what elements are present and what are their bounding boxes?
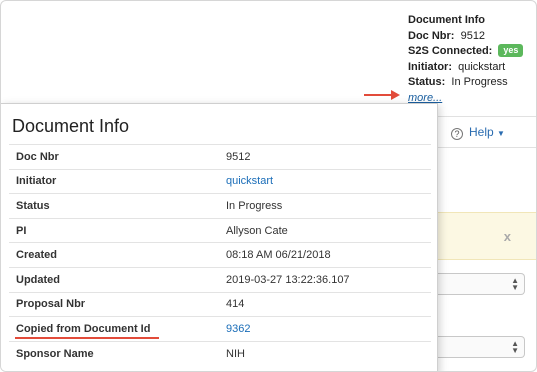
table-row: PI Allyson Cate [9, 217, 431, 243]
divider [437, 147, 536, 148]
row-value: NIH [219, 340, 431, 366]
dropdown-select[interactable]: ▲ ▼ [437, 336, 525, 358]
select-arrows-icon: ▲ ▼ [511, 276, 519, 292]
help-menu[interactable]: ? Help ▼ [451, 125, 505, 140]
row-label: Updated [9, 266, 219, 293]
select-arrows-icon: ▲ ▼ [511, 339, 519, 355]
table-row: Updated 2019-03-27 13:22:36.107 [9, 266, 431, 293]
row-value: 9512 [219, 144, 431, 170]
document-info-popup: Document Info Doc Nbr 9512 Initiator quicks… [1, 103, 438, 371]
document-info-summary: Document Info Doc Nbr: 9512 S2S Connecte… [408, 13, 533, 106]
table-row: Proposal Nbr 414 [9, 291, 431, 317]
row-label: Status [9, 193, 219, 219]
row-label: Copied from Document Id [9, 316, 219, 342]
row-value-link[interactable]: quickstart [219, 168, 431, 194]
summary-title: Document Info [408, 14, 485, 26]
question-circle-icon: ? [451, 128, 463, 140]
more-link[interactable]: more... [408, 92, 442, 104]
s2s-status-badge: yes [498, 44, 524, 57]
row-value-link[interactable]: 9362 [219, 316, 431, 342]
table-row: Status In Progress [9, 193, 431, 219]
table-row: Sponsor Name NIH [9, 340, 431, 366]
warning-alert: x [437, 212, 536, 260]
row-value: 414 [219, 291, 431, 317]
annotation-underline [15, 337, 159, 340]
summary-status: Status: In Progress [408, 76, 508, 88]
row-value: Allyson Cate [219, 217, 431, 243]
row-label: Created [9, 242, 219, 268]
summary-s2s: S2S Connected: yes [408, 44, 533, 60]
table-row: Doc Nbr 9512 [9, 144, 431, 170]
dropdown-select[interactable]: ▲ ▼ [437, 273, 525, 295]
row-label: Initiator [9, 168, 219, 194]
window-frame: Document Info Doc Nbr: 9512 S2S Connecte… [0, 0, 537, 372]
divider [437, 116, 536, 117]
table-row: Copied from Document Id 9362 [9, 316, 431, 342]
document-info-table: Doc Nbr 9512 Initiator quickstart Status In P… [9, 144, 431, 366]
row-label: Doc Nbr [9, 144, 219, 170]
row-value: 2019-03-27 13:22:36.107 [219, 266, 431, 293]
summary-doc-nbr: Doc Nbr: 9512 [408, 29, 486, 42]
popup-title: Document Info [12, 116, 130, 136]
row-value: 08:18 AM 06/21/2018 [219, 242, 431, 268]
close-alert-button[interactable]: x [504, 229, 511, 244]
table-row: Initiator quickstart [9, 168, 431, 194]
caret-down-icon: ▼ [497, 129, 505, 138]
row-label: Sponsor Name [9, 340, 219, 366]
row-label: Proposal Nbr [9, 291, 219, 317]
table-row: Created 08:18 AM 06/21/2018 [9, 242, 431, 268]
row-value: In Progress [219, 193, 431, 219]
row-label: PI [9, 217, 219, 243]
annotation-arrow-icon [364, 90, 400, 100]
summary-initiator: Initiator: quickstart [408, 60, 506, 73]
